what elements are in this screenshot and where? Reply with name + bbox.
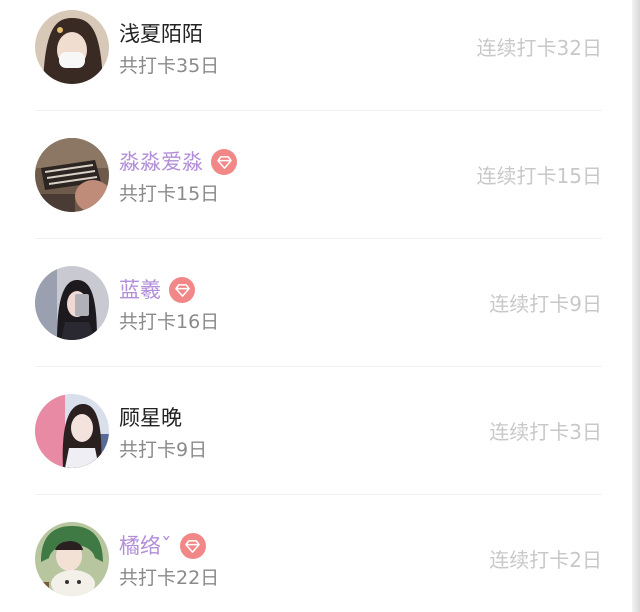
diamond-icon (169, 277, 195, 303)
list-item[interactable]: 顾星晚 共打卡9日 连续打卡3日 (0, 367, 632, 495)
total-checkin-days: 共打卡22日 (119, 567, 220, 589)
list-item[interactable]: 橘络ˇ 共打卡22日 连续打卡2日 (0, 495, 632, 612)
member-name: 淼淼爱淼 (119, 150, 203, 174)
streak-checkin-days: 连续打卡2日 (489, 548, 602, 572)
scrollbar[interactable] (632, 0, 640, 612)
diamond-icon (211, 149, 237, 175)
diamond-icon (179, 533, 206, 559)
list-item[interactable]: 蓝羲 共打卡16日 连续打卡9日 (0, 239, 632, 367)
avatar[interactable] (35, 522, 109, 596)
streak-checkin-days: 连续打卡15日 (476, 164, 602, 188)
avatar[interactable] (35, 138, 109, 212)
total-checkin-days: 共打卡35日 (119, 55, 220, 77)
streak-checkin-days: 连续打卡3日 (489, 420, 602, 444)
member-name-line: 橘络ˇ (119, 531, 206, 561)
avatar[interactable] (35, 10, 109, 84)
member-name: 橘络ˇ (119, 534, 172, 558)
member-name-line: 顾星晚 (119, 403, 182, 433)
member-name-line: 蓝羲 (119, 275, 195, 305)
member-name: 浅夏陌陌 (119, 22, 203, 46)
streak-checkin-days: 连续打卡32日 (476, 36, 602, 60)
total-checkin-days: 共打卡15日 (119, 183, 220, 205)
member-name: 蓝羲 (119, 278, 161, 302)
avatar[interactable] (35, 266, 109, 340)
total-checkin-days: 共打卡9日 (119, 439, 208, 461)
list-item[interactable]: 淼淼爱淼 共打卡15日 连续打卡15日 (0, 111, 632, 239)
list-item[interactable]: 浅夏陌陌 共打卡35日 连续打卡32日 (0, 0, 632, 111)
total-checkin-days: 共打卡16日 (119, 311, 220, 333)
member-name-line: 浅夏陌陌 (119, 19, 203, 49)
avatar[interactable] (35, 394, 109, 468)
checkin-ranking-list: 浅夏陌陌 共打卡35日 连续打卡32日 淼淼爱淼 共打卡15日 连续打卡15日 (0, 0, 632, 612)
member-name: 顾星晚 (119, 406, 182, 430)
member-name-line: 淼淼爱淼 (119, 147, 237, 177)
streak-checkin-days: 连续打卡9日 (489, 292, 602, 316)
